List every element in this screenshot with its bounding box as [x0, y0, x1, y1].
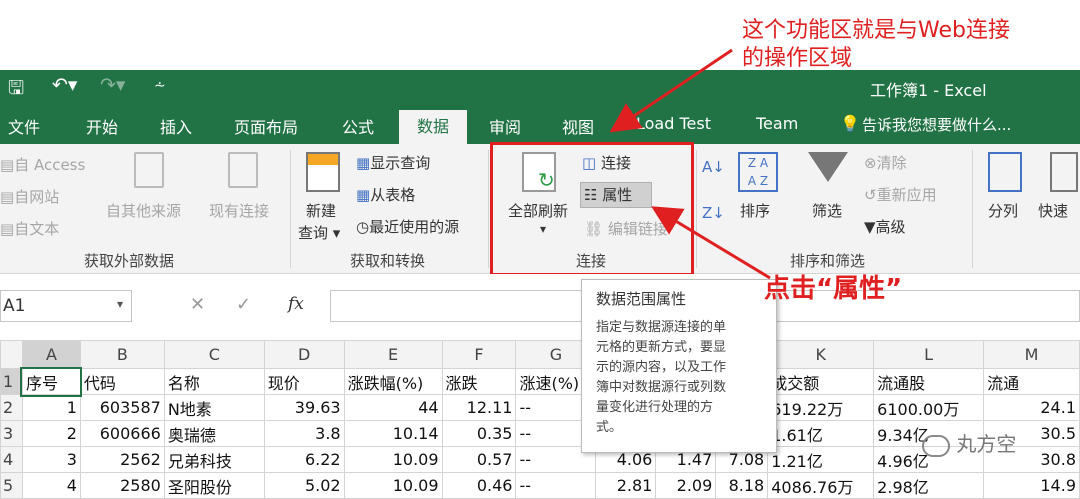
- arrow-to-connections: [609, 48, 733, 133]
- arrow-to-properties: [651, 206, 771, 280]
- annotation-click-properties: 点击“属性”: [764, 274, 903, 304]
- watermark: 丸方空: [922, 428, 1016, 457]
- annotation-arrows: [609, 48, 771, 280]
- wechat-icon: [922, 434, 950, 457]
